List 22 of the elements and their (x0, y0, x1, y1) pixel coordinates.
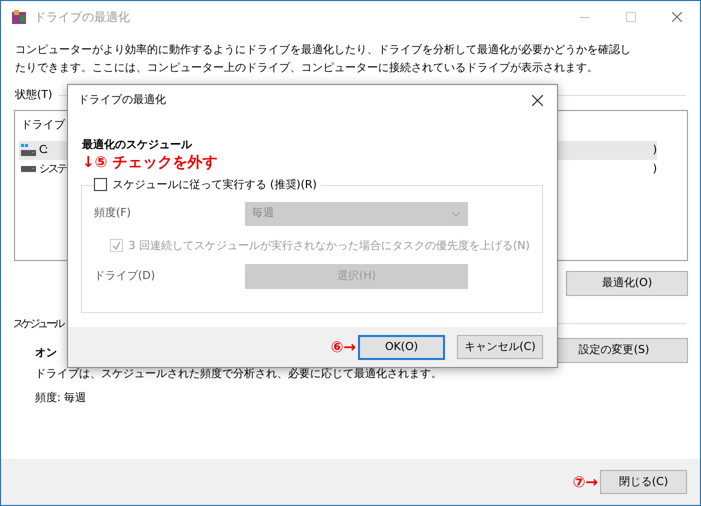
drive-name: システ (39, 160, 66, 177)
column-header: ドライブ (21, 116, 65, 132)
dialog-heading: 最適化のスケジュール (82, 137, 193, 153)
schedule-state: オン (35, 345, 58, 361)
checkbox-label: スケジュールに従って実行する (推奨)(R) (112, 176, 317, 192)
dialog-title: ドライブの最適化 (78, 92, 166, 108)
drive-info: ) (652, 142, 657, 158)
step-annotation: ⑦→ (572, 472, 598, 493)
dropdown-value: 毎週 (252, 205, 274, 222)
step-annotation: ⑥→ (330, 336, 356, 358)
window-title: ドライブの最適化 (34, 9, 130, 26)
section-label: 状態(T) (15, 87, 52, 103)
frequency-text: 頻度: 毎週 (35, 390, 88, 406)
drive-info: ) (652, 160, 657, 177)
step-annotation: ↓⑤ チェックを外す (82, 154, 218, 170)
checkbox-label: 3 回連続してスケジュールが実行されなかった場合にタスクの優先度を上げる(N) (128, 238, 530, 254)
field-label: ドライブ(D) (94, 268, 156, 284)
drive-name: C: (39, 142, 46, 158)
schedule-description: ドライブは、スケジュールされた頻度で分析され、必要に応じて最適化されます。 (35, 366, 443, 382)
section-label: スケジュール (13, 316, 62, 332)
field-label: 頻度(F) (94, 205, 132, 222)
description-text: コンピューターがより効率的に動作するようにドライブを最適化したり、ドライブを分析して最適化が必要かどうかを確認したりできます。ここには、コンピューター上のドライブ、コンピューターに接続されているドライブが表示されます。 (15, 42, 632, 76)
